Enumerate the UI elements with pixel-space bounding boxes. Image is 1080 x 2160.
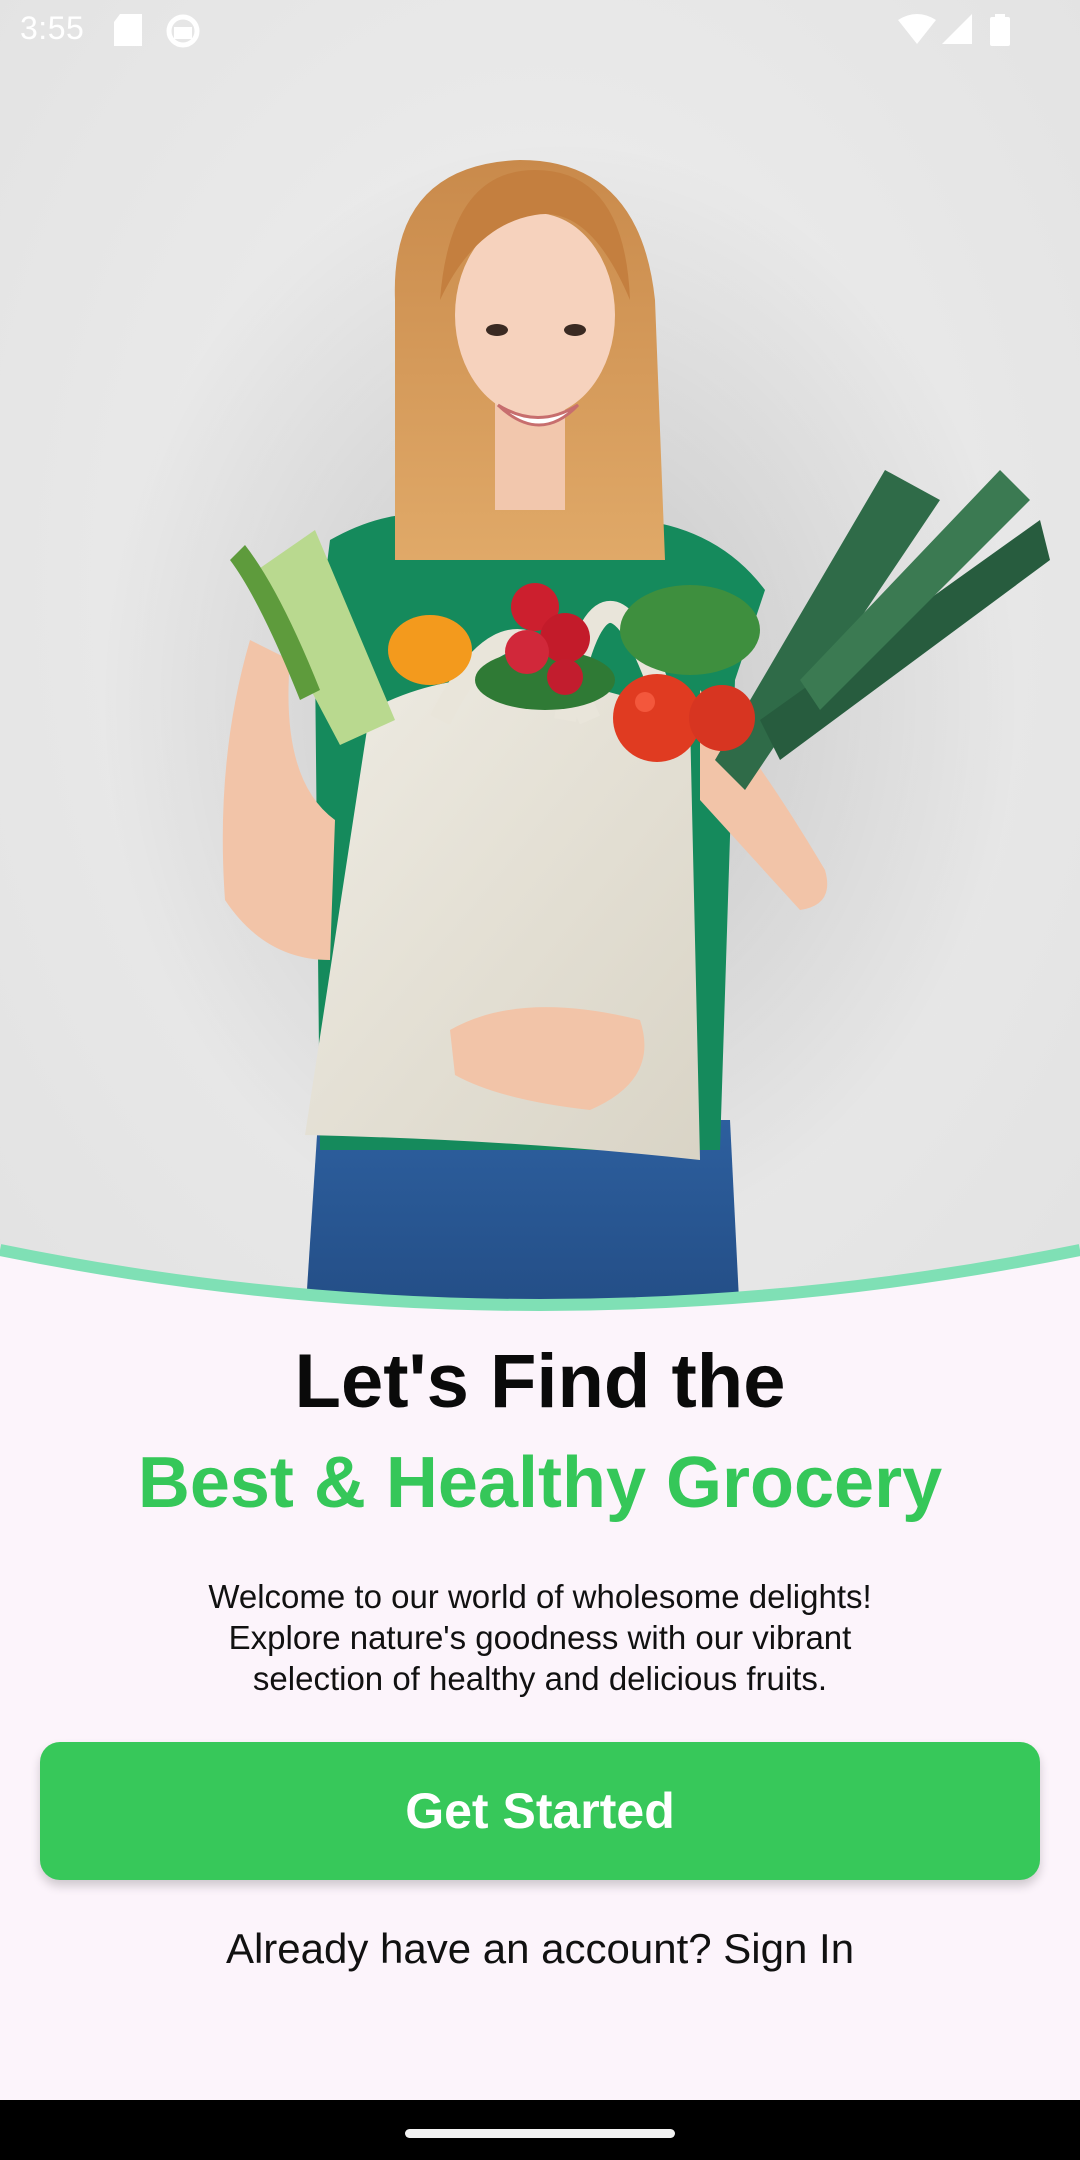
battery-icon xyxy=(990,14,1010,46)
welcome-line-3: selection of healthy and delicious fruit… xyxy=(252,1660,828,1697)
welcome-line-2: Explore nature's goodness with our vibra… xyxy=(228,1619,852,1656)
welcome-text: Welcome to our world of wholesome deligh… xyxy=(150,1576,930,1699)
wifi-icon xyxy=(898,14,936,44)
sign-in-link[interactable]: Already have an account? Sign In xyxy=(0,1925,1080,1973)
get-started-button[interactable]: Get Started xyxy=(40,1742,1040,1880)
signal-icon xyxy=(942,14,972,44)
navigation-bar xyxy=(0,2100,1080,2160)
status-time: 3:55 xyxy=(20,10,85,46)
android-debug-icon xyxy=(166,14,200,48)
headline-line-2: Best & Healthy Grocery xyxy=(137,1443,943,1523)
wave-divider xyxy=(0,1244,1080,1350)
sd-card-icon xyxy=(114,14,142,46)
status-bar: 3:55 xyxy=(0,0,1080,62)
home-gesture-handle[interactable] xyxy=(405,2129,675,2138)
welcome-line-1: Welcome to our world of wholesome deligh… xyxy=(208,1578,872,1615)
headline-line-1: Let's Find the xyxy=(294,1339,786,1424)
hero-image xyxy=(0,0,1080,1320)
woman-holding-grocery-bag-image xyxy=(100,140,1050,1320)
